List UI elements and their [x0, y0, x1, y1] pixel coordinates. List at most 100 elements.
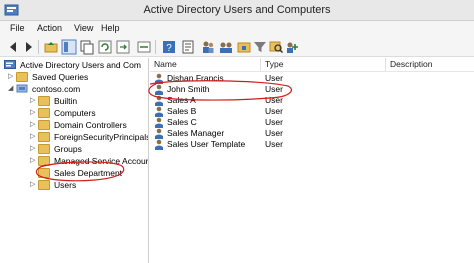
tree-item-saved-queries[interactable]: ▷ Saved Queries: [8, 71, 148, 83]
export-list-icon[interactable]: [136, 39, 152, 55]
expand-arrow-icon[interactable]: ▷: [30, 144, 35, 152]
tree-item-label: Groups: [54, 144, 82, 154]
expand-arrow-icon[interactable]: ▷: [30, 96, 35, 104]
svg-text:?: ?: [166, 43, 172, 54]
column-header-name[interactable]: Name: [150, 58, 261, 71]
help-icon[interactable]: ?: [161, 39, 177, 55]
expand-arrow-icon[interactable]: ▷: [30, 108, 35, 116]
folder-icon: [38, 179, 50, 190]
column-header-description[interactable]: Description: [386, 58, 474, 71]
new-user-icon[interactable]: [200, 39, 216, 55]
column-header-type[interactable]: Type: [261, 58, 386, 71]
user-icon: [155, 84, 163, 95]
list-row[interactable]: Sales B User: [150, 106, 474, 117]
list-row[interactable]: Sales Manager User: [150, 128, 474, 139]
row-name: Sales B: [167, 106, 197, 116]
list-row[interactable]: Sales User Template User: [150, 139, 474, 150]
ou-icon: [38, 167, 50, 178]
tree-item-foreign-security-principals[interactable]: ▷ ForeignSecurityPrincipals: [30, 131, 149, 143]
console-tree-icon[interactable]: [61, 39, 77, 55]
tree-item-label: Saved Queries: [32, 72, 89, 82]
collapse-arrow-icon[interactable]: ◢: [8, 84, 13, 92]
row-type: User: [265, 128, 283, 138]
tree-item-sales-department[interactable]: Sales Department: [38, 167, 148, 179]
toolbar-separator: [38, 40, 39, 54]
menu-help[interactable]: Help: [101, 23, 120, 33]
tree-item-groups[interactable]: ▷ Groups: [30, 143, 148, 155]
row-name: Sales Manager: [167, 128, 225, 138]
folder-icon: [38, 155, 50, 166]
row-type: User: [265, 84, 283, 94]
row-type: User: [265, 95, 283, 105]
tree-item-domain-controllers[interactable]: ▷ Domain Controllers: [30, 119, 148, 131]
user-icon: [155, 128, 163, 139]
new-ou-icon[interactable]: [236, 39, 252, 55]
add-to-group-icon[interactable]: [284, 39, 300, 55]
tree-item-managed-service-accounts[interactable]: ▷ Managed Service Accour: [30, 155, 149, 167]
properties-icon[interactable]: [180, 39, 196, 55]
toolbar-separator: [155, 40, 156, 54]
tree-item-label: Managed Service Accour: [54, 156, 149, 166]
folder-icon: [16, 71, 28, 82]
ou-icon: [38, 143, 50, 154]
window-title: Active Directory Users and Computers: [143, 4, 331, 16]
filter-icon[interactable]: [252, 39, 268, 55]
ou-icon: [38, 119, 50, 130]
expand-arrow-icon[interactable]: ▷: [30, 156, 35, 164]
row-type: User: [265, 73, 283, 83]
list-row[interactable]: Sales C User: [150, 117, 474, 128]
user-template-icon: [155, 139, 163, 150]
tree-item-label: Computers: [54, 108, 96, 118]
tree-item-contoso[interactable]: ◢ contoso.com: [8, 83, 148, 95]
menu-file[interactable]: File: [10, 23, 25, 33]
find-icon[interactable]: [268, 39, 284, 55]
tree-root[interactable]: Active Directory Users and Com: [4, 59, 148, 71]
user-icon: [155, 95, 163, 106]
export-icon[interactable]: [115, 39, 131, 55]
row-name: Sales User Template: [167, 139, 246, 149]
console-tree: Active Directory Users and Com ▷ Saved Q…: [0, 58, 149, 263]
row-type: User: [265, 117, 283, 127]
title-bar: Active Directory Users and Computers: [0, 0, 474, 21]
menu-view[interactable]: View: [74, 23, 93, 33]
aduc-root-icon: [4, 60, 16, 69]
tree-item-label: contoso.com: [32, 84, 81, 94]
list-row[interactable]: John Smith User: [150, 84, 474, 95]
forward-icon[interactable]: [20, 39, 36, 55]
domain-icon: [16, 84, 28, 93]
tree-item-builtin[interactable]: ▷ Builtin: [30, 95, 148, 107]
tree-item-label: Sales Department: [54, 168, 123, 178]
row-name: Sales A: [167, 95, 196, 105]
expand-arrow-icon[interactable]: ▷: [30, 120, 35, 128]
folder-icon: [38, 95, 50, 106]
toolbar: ?: [0, 37, 474, 57]
expand-arrow-icon[interactable]: ▷: [30, 180, 35, 188]
user-icon: [155, 73, 163, 84]
tree-item-users[interactable]: ▷ Users: [30, 179, 148, 191]
expand-arrow-icon[interactable]: ▷: [8, 72, 13, 80]
row-type: User: [265, 106, 283, 116]
tree-item-label: Domain Controllers: [54, 120, 127, 130]
folder-icon: [38, 107, 50, 118]
list-row[interactable]: Sales A User: [150, 95, 474, 106]
menu-bar: File Action View Help: [0, 21, 474, 37]
row-name: John Smith: [167, 84, 210, 94]
details-list: Name Type Description Dishan Francis Use…: [150, 58, 474, 263]
copy-icon[interactable]: [79, 39, 95, 55]
expand-arrow-icon[interactable]: ▷: [30, 132, 35, 140]
header-divider: [150, 71, 474, 72]
tree-item-label: Users: [54, 180, 77, 190]
row-type: User: [265, 139, 283, 149]
new-group-icon[interactable]: [218, 39, 234, 55]
tree-item-label: Builtin: [54, 96, 78, 106]
refresh-icon[interactable]: [97, 39, 113, 55]
user-icon: [155, 117, 163, 128]
tree-item-label: ForeignSecurityPrincipals: [54, 132, 149, 142]
tree-root-label: Active Directory Users and Com: [20, 60, 141, 70]
row-name: Dishan Francis: [167, 73, 224, 83]
folder-up-icon[interactable]: [43, 39, 59, 55]
tree-item-computers[interactable]: ▷ Computers: [30, 107, 148, 119]
list-row[interactable]: Dishan Francis User: [150, 73, 474, 84]
row-name: Sales C: [167, 117, 197, 127]
menu-action[interactable]: Action: [37, 23, 62, 33]
